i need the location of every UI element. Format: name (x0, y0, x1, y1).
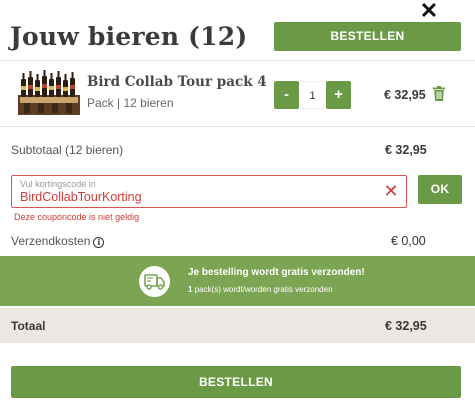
quantity-value[interactable]: 1 (299, 81, 326, 109)
product-name[interactable]: Bird Collab Tour pack 4 (87, 74, 267, 90)
order-button-bottom[interactable]: BESTELLEN (11, 366, 461, 398)
coupon-input[interactable]: BirdCollabTourKorting (20, 190, 350, 204)
increment-button[interactable]: + (326, 81, 351, 109)
divider (0, 60, 475, 61)
coupon-error-message: Deze couponcode is niet geldig (14, 212, 140, 222)
order-button-top[interactable]: BESTELLEN (274, 22, 461, 51)
product-subtitle: Pack | 12 bieren (87, 96, 174, 110)
coupon-ok-button[interactable]: OK (418, 175, 462, 204)
divider (0, 126, 475, 127)
item-price: € 32,95 (384, 88, 426, 102)
quantity-stepper: - 1 + (274, 81, 351, 109)
coupon-field[interactable]: Vul kortingscode in BirdCollabTourKortin… (11, 175, 407, 208)
clear-icon[interactable]: ✕ (383, 182, 399, 200)
truck-icon (139, 266, 170, 297)
page-title: Jouw bieren (12) (10, 22, 248, 51)
info-icon[interactable]: i (93, 237, 105, 248)
free-shipping-banner: Je bestelling wordt gratis verzonden! 1 … (0, 256, 475, 306)
coupon-placeholder: Vul kortingscode in (20, 179, 96, 189)
total-row: Totaal € 32,95 (0, 308, 475, 343)
close-icon[interactable]: ✕ (418, 0, 440, 23)
banner-title: Je bestelling wordt gratis verzonden! (188, 267, 365, 278)
trash-icon[interactable] (433, 86, 445, 101)
shipping-label: Verzendkosten i (11, 234, 105, 248)
subtotal-label: Subtotaal (12 bieren) (11, 143, 124, 157)
subtotal-price: € 32,95 (385, 143, 427, 157)
shipping-price: € 0,00 (391, 234, 426, 248)
total-price: € 32,95 (385, 319, 427, 333)
beer-pack-image (18, 70, 80, 115)
total-label: Totaal (11, 319, 46, 333)
decrement-button[interactable]: - (274, 81, 299, 109)
banner-subtitle: 1 pack(s) wordt/worden gratis verzonden (188, 285, 333, 294)
